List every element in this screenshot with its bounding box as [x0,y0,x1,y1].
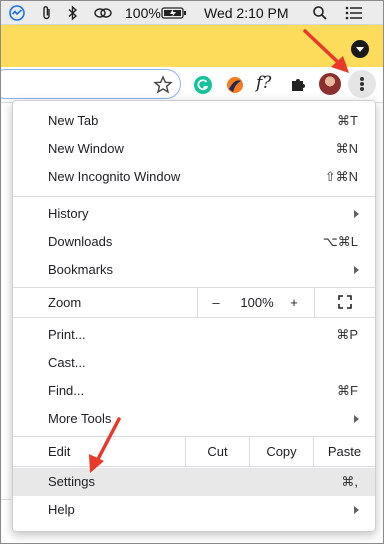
menu-item-find[interactable]: Find... ⌘F [13,377,375,405]
menu-item-new-tab[interactable]: New Tab ⌘T [13,107,375,135]
menu-item-label: New Tab [48,113,99,128]
zoom-level: 100% [240,295,274,310]
battery-percent: 100% [125,5,161,21]
menu-item-label: New Incognito Window [48,169,181,184]
screenshot-frame: 100% Wed 2:10 PM f? New Tab ⌘T New Windo… [1,1,383,543]
menu-item-shortcut: ⌘T [337,113,358,128]
menu-item-label: History [48,206,89,221]
formula-icon[interactable]: f? [256,73,280,93]
chrome-main-menu: New Tab ⌘T New Window ⌘N New Incognito W… [12,100,376,532]
menu-item-new-incognito-window[interactable]: New Incognito Window ⇧⌘N [13,163,375,191]
cut-button[interactable]: Cut [186,437,249,466]
menu-item-label: Print... [48,327,86,342]
submenu-arrow-icon [354,210,359,218]
menu-item-label: Bookmarks [48,262,114,277]
menu-item-settings[interactable]: Settings ⌘, [13,468,375,496]
star-icon[interactable] [153,75,173,95]
zoom-row: Zoom – 100% + [13,287,375,318]
paperclip-icon[interactable] [39,5,55,21]
search-icon[interactable] [312,5,328,21]
menu-item-more-tools[interactable]: More Tools [13,405,375,433]
zoom-out-button[interactable]: – [205,288,227,317]
submenu-arrow-icon [354,506,359,514]
fullscreen-icon[interactable] [338,295,352,309]
paste-button[interactable]: Paste [314,437,375,466]
zoom-label: Zoom [48,295,82,310]
menu-item-print[interactable]: Print... ⌘P [13,321,375,349]
submenu-arrow-icon [354,266,359,274]
menu-item-label: New Window [48,141,124,156]
cloud-sync-icon[interactable] [93,5,113,21]
menu-item-new-window[interactable]: New Window ⌘N [13,135,375,163]
menu-item-shortcut: ⌘, [341,474,358,489]
edit-label: Edit [48,444,71,459]
macos-menu-bar: 100% Wed 2:10 PM [1,1,383,25]
puzzle-icon[interactable] [288,75,308,95]
menu-item-label: Cast... [48,355,86,370]
menubar-clock[interactable]: Wed 2:10 PM [204,5,289,21]
menu-item-shortcut: ⌥⌘L [322,234,358,249]
battery-charging-icon[interactable] [161,5,187,21]
menu-item-downloads[interactable]: Downloads ⌥⌘L [13,228,375,256]
menu-item-label: Help [48,502,75,517]
menu-separator [314,288,315,317]
menu-item-shortcut: ⌘F [337,383,358,398]
menu-item-shortcut: ⌘N [335,141,358,156]
menu-item-history[interactable]: History [13,200,375,228]
grammarly-icon[interactable] [193,75,213,95]
copy-button[interactable]: Copy [250,437,313,466]
menu-item-label: Find... [48,383,85,398]
zoom-in-button[interactable]: + [283,288,305,317]
bluetooth-icon[interactable] [65,5,81,21]
submenu-arrow-icon [354,415,359,423]
menu-item-help[interactable]: Help [13,496,375,524]
menu-separator [13,196,375,197]
annotation-arrow-icon [303,29,349,73]
extension-icon[interactable] [225,75,245,95]
control-center-icon[interactable] [344,5,364,21]
menu-item-cast[interactable]: Cast... [13,349,375,377]
activity-icon[interactable] [9,5,25,21]
menu-item-bookmarks[interactable]: Bookmarks [13,256,375,284]
menu-item-shortcut: ⇧⌘N [324,169,358,184]
menu-separator [197,288,198,317]
menu-item-label: Downloads [48,234,113,249]
annotation-arrow-icon [89,417,121,473]
edit-row: Edit Cut Copy Paste [13,436,375,467]
menu-item-shortcut: ⌘P [336,327,358,342]
page-divider [1,499,11,543]
